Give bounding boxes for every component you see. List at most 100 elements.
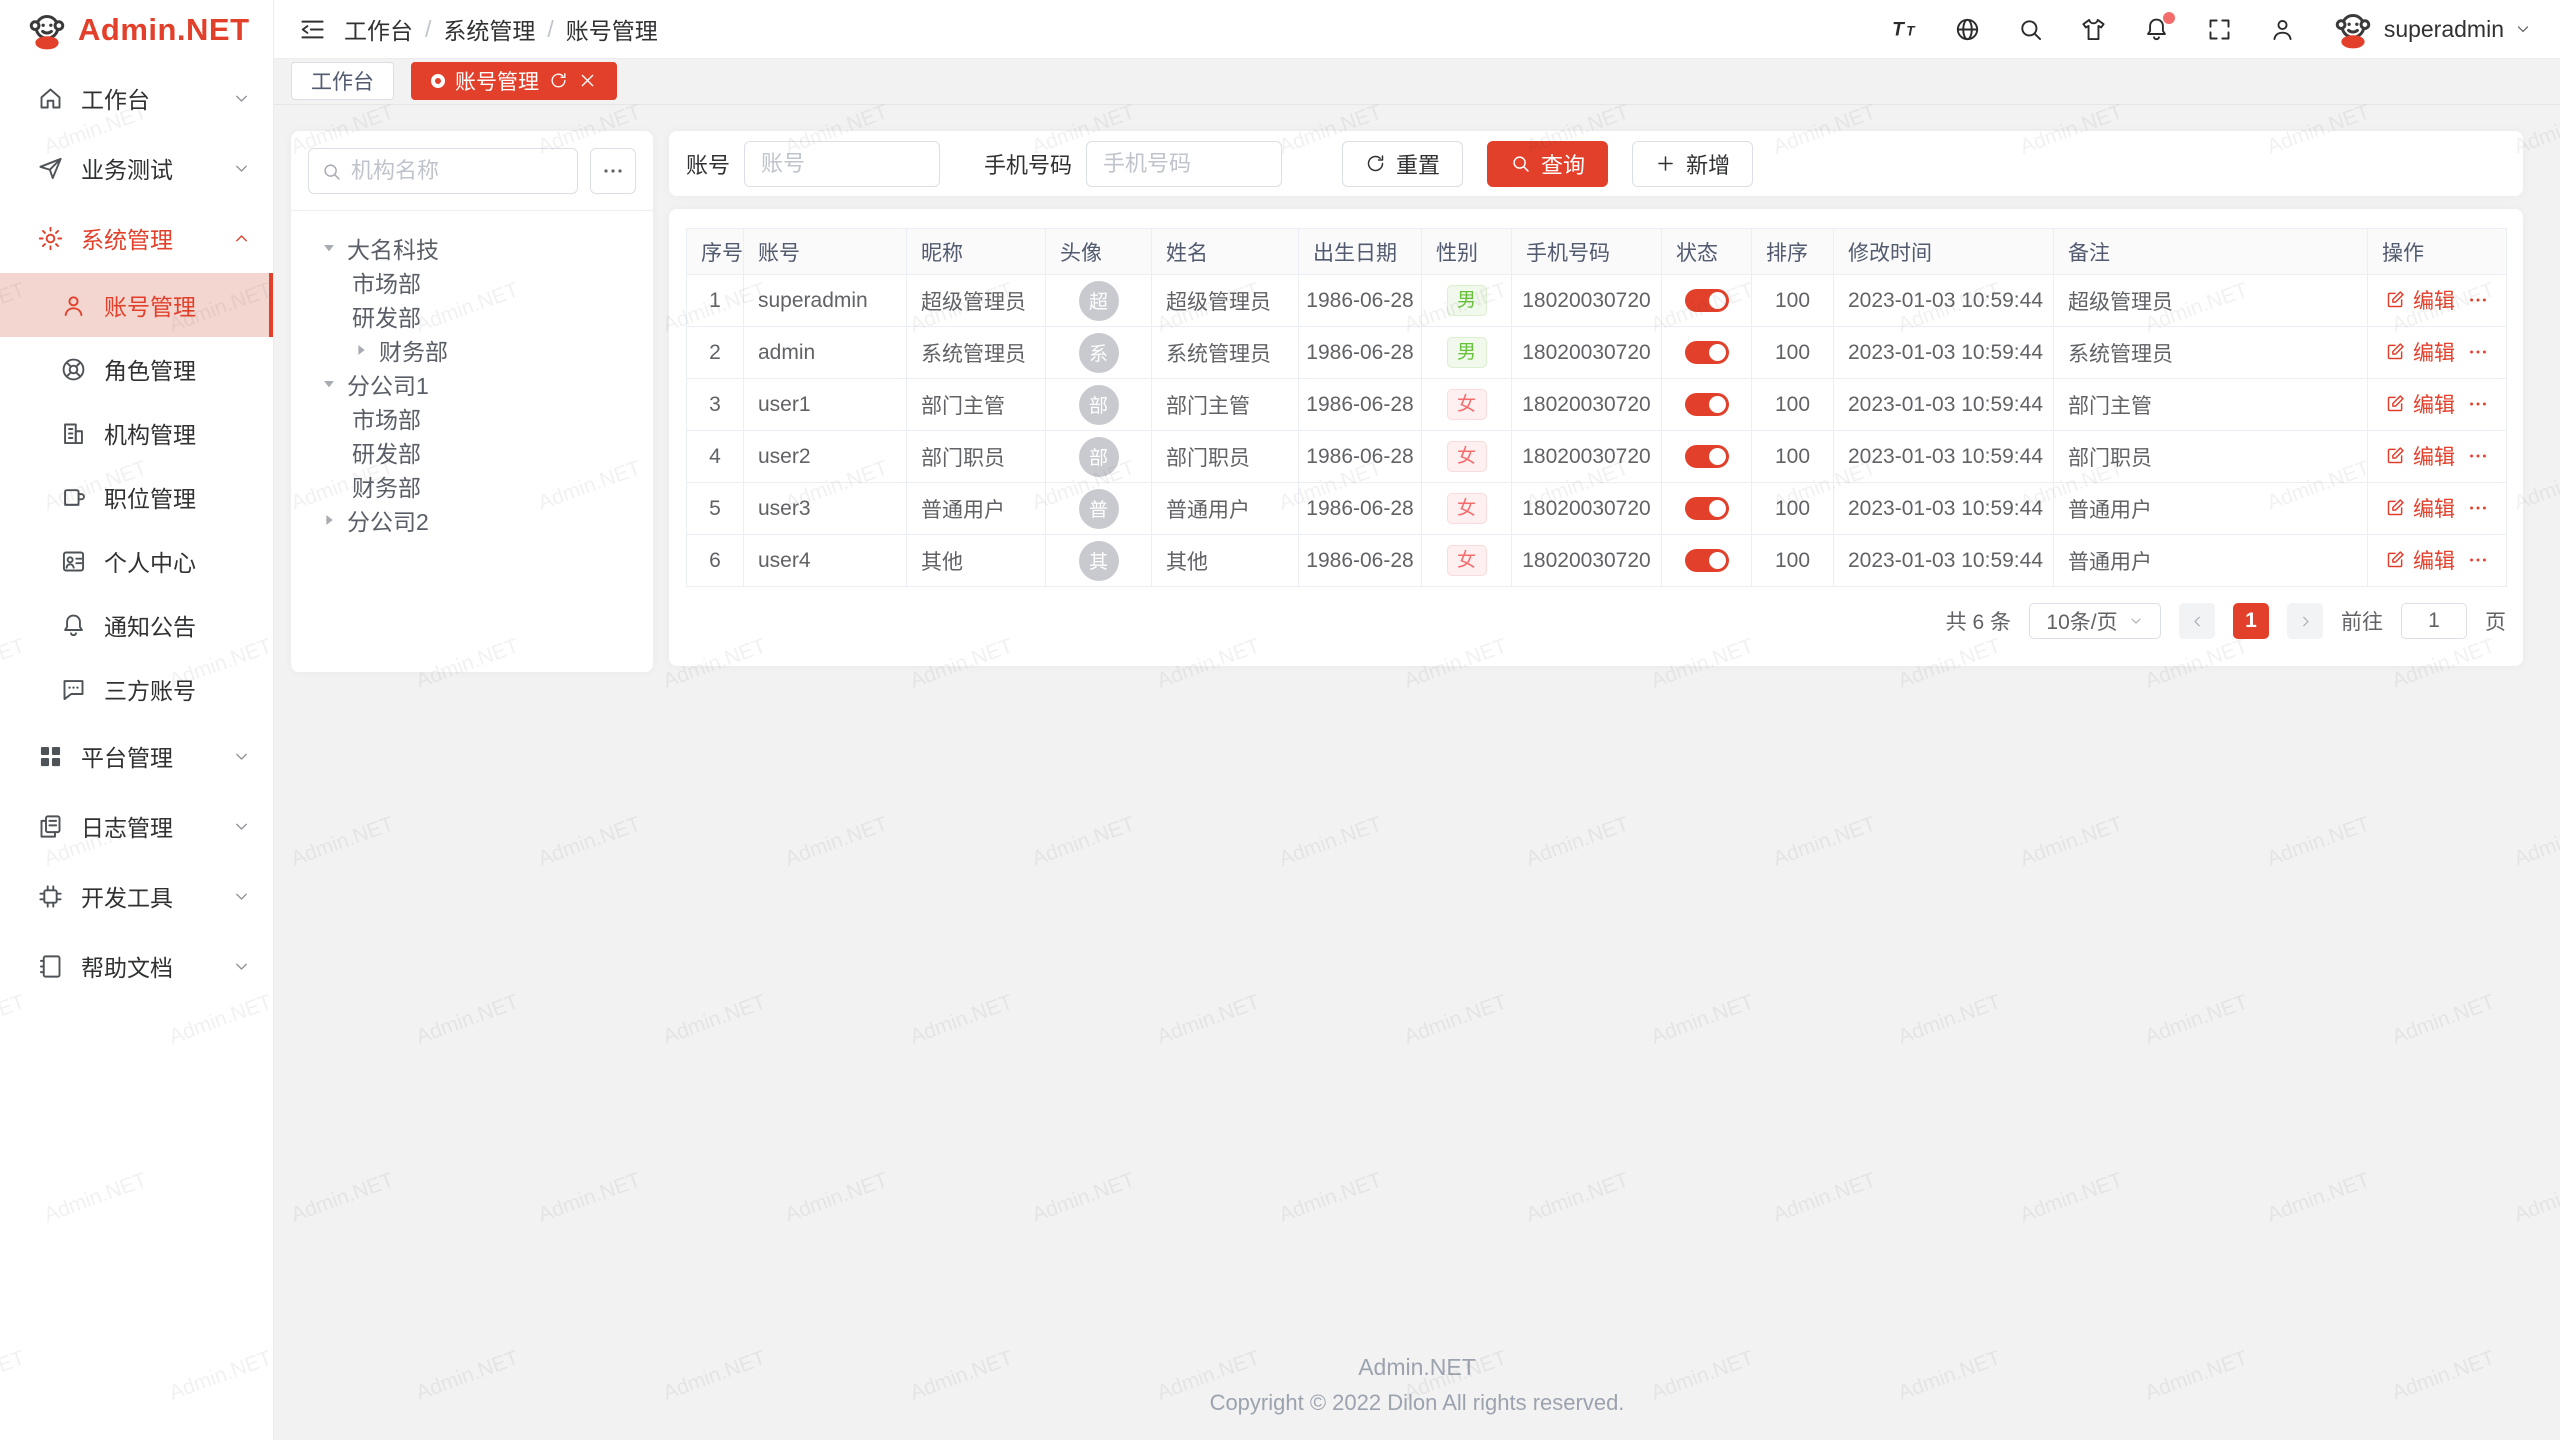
gender-tag: 女 <box>1447 389 1487 420</box>
phone-input[interactable] <box>1086 141 1282 187</box>
row-more-button[interactable] <box>2467 289 2489 311</box>
cell-modified-time: 2023-01-03 10:59:44 <box>1834 327 2054 379</box>
sidebar-item[interactable]: 业务测试 <box>0 133 273 203</box>
cell-operations: 编辑 <box>2368 483 2507 535</box>
sidebar-item-label: 日志管理 <box>81 809 173 843</box>
breadcrumb-item[interactable]: 账号管理 <box>566 12 658 46</box>
goto-label: 前往 <box>2341 606 2383 636</box>
sidebar-item[interactable]: 个人中心 <box>0 529 273 593</box>
tree-caret-icon[interactable] <box>352 341 370 359</box>
sidebar-item[interactable]: 工作台 <box>0 63 273 133</box>
tree-node[interactable]: 大名科技 <box>308 231 636 265</box>
edit-button[interactable]: 编辑 <box>2385 337 2455 367</box>
app-logo[interactable]: Admin.NET <box>0 0 273 59</box>
tree-node[interactable]: 研发部 <box>308 435 636 469</box>
topbar-action-icon[interactable] <box>2143 16 2170 43</box>
sidebar-item[interactable]: 通知公告 <box>0 593 273 657</box>
tab-label: 工作台 <box>311 66 374 96</box>
search-button[interactable]: 查询 <box>1487 141 1608 187</box>
sidebar-item[interactable]: 角色管理 <box>0 337 273 401</box>
column-header: 性别 <box>1422 229 1512 275</box>
row-more-button[interactable] <box>2467 497 2489 519</box>
edit-button[interactable]: 编辑 <box>2385 493 2455 523</box>
cell-avatar: 普 <box>1046 483 1152 535</box>
goto-page-input[interactable] <box>2401 603 2467 639</box>
sidebar-item[interactable]: 开发工具 <box>0 861 273 931</box>
breadcrumb-item[interactable]: 工作台 <box>344 12 413 46</box>
tree-node[interactable]: 分公司1 <box>308 367 636 401</box>
add-button[interactable]: 新增 <box>1632 141 1753 187</box>
sidebar-item-icon <box>37 813 64 840</box>
sidebar-item[interactable]: 机构管理 <box>0 401 273 465</box>
tab-close-icon[interactable] <box>578 71 597 90</box>
row-more-button[interactable] <box>2467 393 2489 415</box>
topbar-action-icon[interactable] <box>2080 16 2107 43</box>
status-toggle[interactable] <box>1685 549 1729 572</box>
tree-caret-icon[interactable] <box>320 239 338 257</box>
tree-node[interactable]: 市场部 <box>308 401 636 435</box>
org-more-button[interactable] <box>590 148 636 194</box>
row-more-button[interactable] <box>2467 341 2489 363</box>
edit-button[interactable]: 编辑 <box>2385 545 2455 575</box>
users-table: 序号 账号 昵称 头像 姓名 出生日期 <box>686 228 2507 587</box>
username: superadmin <box>2384 16 2504 43</box>
table-row: 6 user4 其他 其 其他 1986-06-28 女 18020030720 <box>687 535 2507 587</box>
cell-status <box>1662 327 1752 379</box>
reset-button[interactable]: 重置 <box>1342 141 1463 187</box>
sidebar-item[interactable]: 账号管理 <box>0 273 273 337</box>
topbar-action-icon[interactable] <box>1954 16 1981 43</box>
sidebar-item[interactable]: 平台管理 <box>0 721 273 791</box>
sidebar-item[interactable]: 三方账号 <box>0 657 273 721</box>
topbar-action-icon[interactable] <box>2017 16 2044 43</box>
status-toggle[interactable] <box>1685 289 1729 312</box>
status-toggle[interactable] <box>1685 445 1729 468</box>
edit-button[interactable]: 编辑 <box>2385 389 2455 419</box>
sidebar-item[interactable]: 日志管理 <box>0 791 273 861</box>
tree-caret-icon[interactable] <box>320 375 338 393</box>
sidebar-item-label: 平台管理 <box>81 739 173 773</box>
column-header: 备注 <box>2054 229 2368 275</box>
tree-node[interactable]: 分公司2 <box>308 503 636 537</box>
page-tab[interactable]: 工作台 <box>291 62 394 100</box>
sidebar-item-icon <box>37 155 64 182</box>
edit-button[interactable]: 编辑 <box>2385 441 2455 471</box>
sidebar-item[interactable]: 系统管理 <box>0 203 273 273</box>
tree-node[interactable]: 研发部 <box>308 299 636 333</box>
tree-node[interactable]: 财务部 <box>308 469 636 503</box>
page-tab[interactable]: 账号管理 <box>411 62 617 100</box>
sidebar-collapse-icon[interactable] <box>299 16 326 43</box>
topbar-action-icon[interactable] <box>2269 16 2296 43</box>
page-size-select[interactable]: 10条/页 <box>2029 603 2161 639</box>
cell-status <box>1662 535 1752 587</box>
tree-node[interactable]: 市场部 <box>308 265 636 299</box>
user-menu[interactable]: superadmin <box>2332 8 2532 50</box>
breadcrumb-item[interactable]: 系统管理 <box>443 12 535 46</box>
tree-node-label: 市场部 <box>352 401 421 435</box>
sidebar-item-icon <box>37 225 64 252</box>
row-more-button[interactable] <box>2467 549 2489 571</box>
status-toggle[interactable] <box>1685 393 1729 416</box>
sidebar-item[interactable]: 帮助文档 <box>0 931 273 1001</box>
tree-caret-icon[interactable] <box>320 511 338 529</box>
next-page-button[interactable] <box>2287 603 2323 639</box>
tab-refresh-icon[interactable] <box>549 71 568 90</box>
topbar-action-icon[interactable]: TT <box>1891 16 1918 43</box>
gender-tag: 女 <box>1447 493 1487 524</box>
tree-node[interactable]: 财务部 <box>308 333 636 367</box>
topbar-action-icon[interactable] <box>2206 16 2233 43</box>
cell-index: 4 <box>687 431 744 483</box>
cell-account: user2 <box>744 431 907 483</box>
status-toggle[interactable] <box>1685 497 1729 520</box>
page-number-active[interactable]: 1 <box>2233 603 2269 639</box>
prev-page-button[interactable] <box>2179 603 2215 639</box>
cell-order: 100 <box>1752 431 1834 483</box>
sidebar-item[interactable]: 职位管理 <box>0 465 273 529</box>
status-toggle[interactable] <box>1685 341 1729 364</box>
row-more-button[interactable] <box>2467 445 2489 467</box>
org-search-input[interactable] <box>351 158 565 184</box>
divider <box>291 210 653 211</box>
account-input[interactable] <box>744 141 940 187</box>
tree-node-label: 研发部 <box>352 299 421 333</box>
cell-index: 6 <box>687 535 744 587</box>
edit-button[interactable]: 编辑 <box>2385 285 2455 315</box>
